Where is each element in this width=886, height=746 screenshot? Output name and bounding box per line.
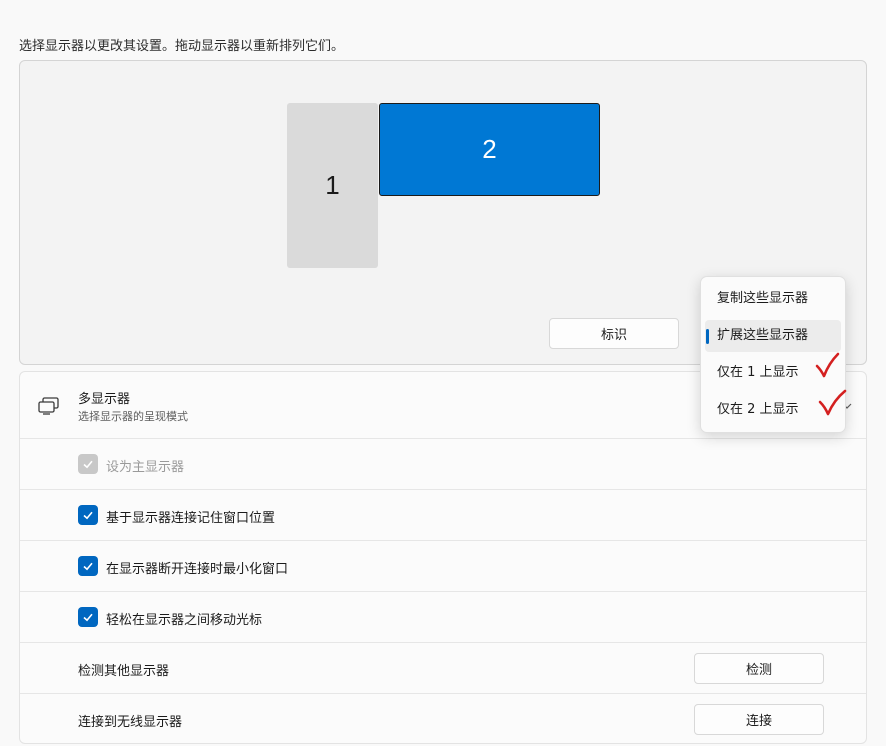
make-main-display-label: 设为主显示器 [106,460,185,475]
connect-wireless-display-label: 连接到无线显示器 [78,715,183,730]
make-main-display-row: 设为主显示器 [20,439,866,490]
menu-item-show-only-2-label: 仅在 2 上显示 [717,402,799,417]
instruction-text: 选择显示器以更改其设置。拖动显示器以重新排列它们。 [19,39,345,54]
menu-item-duplicate-label: 复制这些显示器 [717,291,809,306]
ease-cursor-movement-row: 轻松在显示器之间移动光标 [20,592,866,643]
menu-item-show-only-1-label: 仅在 1 上显示 [717,365,799,380]
checkmark-icon [83,460,93,469]
menu-item-duplicate[interactable]: 复制这些显示器 [705,283,841,315]
multiple-displays-subtitle: 选择显示器的呈现模式 [78,410,188,423]
monitor-1[interactable]: 1 [287,103,378,268]
multiple-displays-title: 多显示器 [78,392,131,407]
detect-other-display-label: 检测其他显示器 [78,664,170,679]
red-check-annotation-icon [818,389,847,416]
red-check-annotation-icon [815,352,840,378]
remember-window-position-checkbox[interactable] [78,505,98,525]
multiple-displays-icon [38,397,59,415]
detect-other-display-row: 检测其他显示器 检测 [20,643,866,694]
connect-wireless-display-row: 连接到无线显示器 连接 [20,694,866,743]
ease-cursor-movement-checkbox[interactable] [78,607,98,627]
checkmark-icon [83,511,93,520]
minimize-windows-label: 在显示器断开连接时最小化窗口 [106,562,289,577]
remember-window-position-row: 基于显示器连接记住窗口位置 [20,490,866,541]
ease-cursor-movement-label: 轻松在显示器之间移动光标 [106,613,263,628]
make-main-display-checkbox [78,454,98,474]
menu-item-extend[interactable]: 扩展这些显示器 [705,320,841,352]
remember-window-position-label: 基于显示器连接记住窗口位置 [106,511,276,526]
connect-button[interactable]: 连接 [694,704,824,735]
checkmark-icon [83,613,93,622]
monitor-1-number: 1 [325,170,340,200]
identify-button[interactable]: 标识 [549,318,679,349]
checkmark-icon [83,562,93,571]
minimize-windows-row: 在显示器断开连接时最小化窗口 [20,541,866,592]
detect-button[interactable]: 检测 [694,653,824,684]
minimize-windows-checkbox[interactable] [78,556,98,576]
selection-indicator [706,329,709,344]
monitor-2[interactable]: 2 [379,103,600,196]
menu-item-extend-label: 扩展这些显示器 [717,328,809,343]
monitor-2-number: 2 [482,134,497,164]
